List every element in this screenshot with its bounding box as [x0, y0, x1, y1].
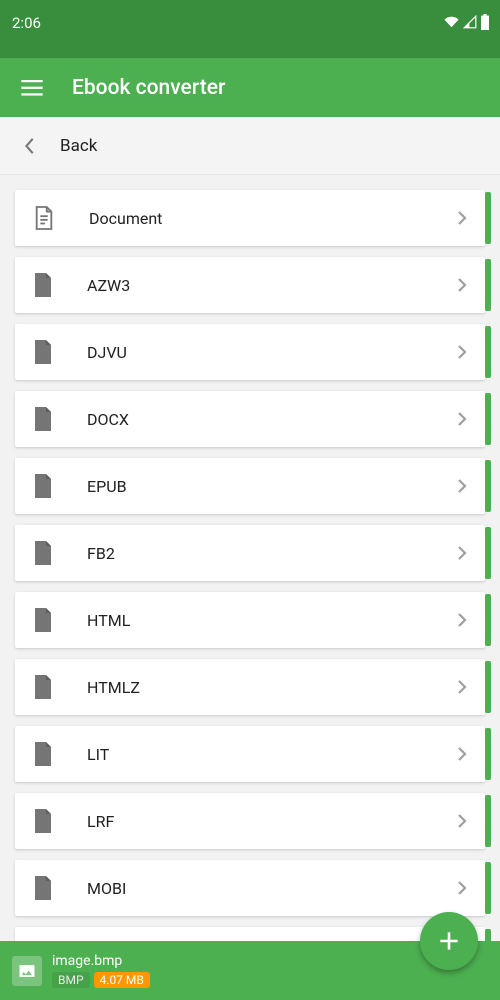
file-icon — [33, 809, 53, 833]
list-item[interactable]: DJVU — [15, 324, 485, 380]
list-item[interactable]: EPUB — [15, 458, 485, 514]
file-icon — [33, 407, 53, 431]
list-item[interactable]: MOBI — [15, 860, 485, 916]
list-item[interactable]: FB2 — [15, 525, 485, 581]
hamburger-icon — [21, 80, 43, 96]
chevron-right-icon — [457, 679, 467, 695]
list-item[interactable]: DOCX — [15, 391, 485, 447]
list-item-label: LRF — [87, 812, 114, 831]
chevron-right-icon — [457, 746, 467, 762]
file-icon — [33, 742, 53, 766]
accent-edge — [485, 862, 491, 914]
file-icon — [33, 541, 53, 565]
chevron-left-icon — [24, 137, 36, 155]
snackbar-filename: image.bmp — [52, 953, 150, 970]
app-bar: Ebook converter — [0, 58, 500, 117]
back-label: Back — [60, 136, 97, 156]
list-item-label: HTML — [87, 611, 130, 630]
status-bar: 2:06 — [0, 0, 500, 58]
list-item-label: DJVU — [87, 343, 127, 362]
list-item-label: AZW3 — [87, 276, 130, 295]
chevron-right-icon — [457, 344, 467, 360]
list-item-label: HTMLZ — [87, 678, 140, 697]
chevron-right-icon — [457, 880, 467, 896]
back-button[interactable]: Back — [0, 117, 500, 175]
accent-edge — [485, 259, 491, 311]
file-icon — [33, 340, 53, 364]
file-icon — [33, 474, 53, 498]
snackbar-texts: image.bmp BMP 4.07 MB — [52, 953, 150, 988]
list-item-label: DOCX — [87, 410, 129, 429]
status-icons — [443, 14, 490, 30]
chevron-right-icon — [457, 612, 467, 628]
file-size-badge: 4.07 MB — [94, 972, 150, 988]
accent-edge — [485, 661, 491, 713]
list-item[interactable]: Document — [15, 190, 485, 246]
accent-edge — [485, 192, 491, 244]
accent-edge — [485, 527, 491, 579]
accent-edge — [485, 728, 491, 780]
image-thumbnail-icon — [12, 956, 42, 986]
chevron-right-icon — [457, 411, 467, 427]
accent-edge — [485, 326, 491, 378]
accent-edge — [485, 795, 491, 847]
list-item[interactable]: AZW3 — [15, 257, 485, 313]
list-item[interactable]: HTML — [15, 592, 485, 648]
add-fab[interactable] — [420, 912, 478, 970]
list-item-label: MOBI — [87, 879, 126, 898]
list-item[interactable]: HTMLZ — [15, 659, 485, 715]
accent-edge — [485, 460, 491, 512]
file-type-badge: BMP — [52, 972, 90, 988]
status-time: 2:06 — [12, 14, 41, 32]
chevron-right-icon — [457, 478, 467, 494]
file-icon — [33, 675, 53, 699]
chevron-right-icon — [457, 813, 467, 829]
plus-icon — [436, 928, 462, 954]
chevron-right-icon — [457, 545, 467, 561]
accent-edge — [485, 393, 491, 445]
list-item[interactable]: LIT — [15, 726, 485, 782]
battery-icon — [480, 14, 490, 30]
list-item-label: FB2 — [87, 544, 115, 563]
chevron-right-icon — [457, 277, 467, 293]
chevron-right-icon — [457, 210, 467, 226]
list-item-label: LIT — [87, 745, 109, 764]
app-title: Ebook converter — [72, 76, 225, 100]
list-item-label: Document — [89, 209, 162, 228]
wifi-icon — [443, 15, 460, 29]
accent-edge — [485, 594, 491, 646]
file-icon — [33, 608, 53, 632]
document-icon — [33, 205, 55, 231]
file-icon — [33, 876, 53, 900]
list-item-label: EPUB — [87, 477, 127, 496]
list-item[interactable]: LRF — [15, 793, 485, 849]
file-icon — [33, 273, 53, 297]
format-list: Document AZW3 DJVU DOCX EPUB — [0, 175, 500, 1000]
menu-button[interactable] — [18, 74, 46, 102]
signal-icon — [462, 15, 478, 29]
